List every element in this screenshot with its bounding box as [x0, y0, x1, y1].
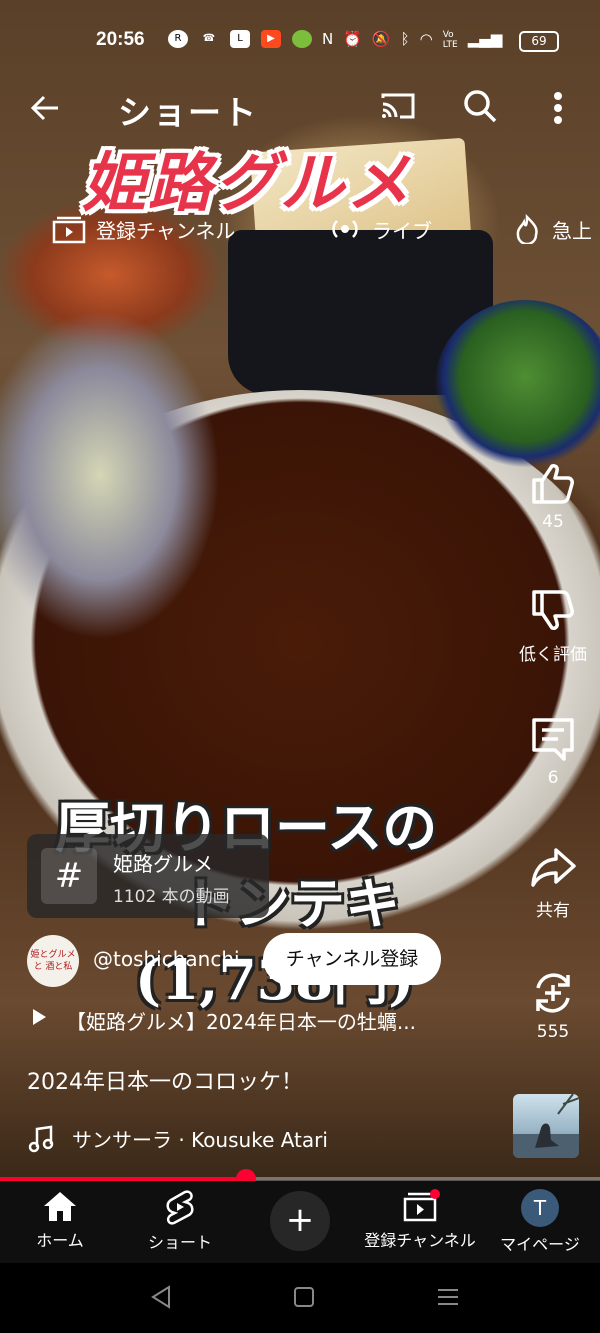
- home-square-icon[interactable]: [290, 1283, 318, 1311]
- status-time: 20:56: [96, 29, 145, 50]
- create-button[interactable]: +: [270, 1191, 330, 1251]
- mute-icon: 🔕: [371, 30, 391, 48]
- remix-button[interactable]: 555: [506, 970, 600, 1042]
- remix-count: 555: [536, 1022, 570, 1042]
- alarm-icon: ⏰: [343, 30, 362, 48]
- user-avatar: T: [521, 1189, 559, 1227]
- greens-bowl: [435, 300, 600, 470]
- system-navigation: [0, 1263, 600, 1333]
- video-icon: ▶: [261, 30, 281, 48]
- back-triangle-icon[interactable]: [147, 1283, 175, 1311]
- music-link[interactable]: サンサーラ · Kousuke Atari: [28, 1124, 328, 1153]
- thumbs-down-icon: [532, 590, 574, 630]
- thumbs-up-icon: [532, 464, 574, 504]
- filter-chips: 登録チャンネル ライブ 急上: [0, 208, 600, 252]
- create-icon: +: [285, 1200, 315, 1240]
- dislike-button[interactable]: 低く評価: [506, 588, 600, 665]
- video-description[interactable]: 2024年日本一のコロッケ！: [27, 1064, 303, 1096]
- bluetooth-icon: ᛒ: [400, 30, 410, 48]
- nav-label: ホーム: [36, 1231, 84, 1250]
- notification-dot: [430, 1189, 440, 1199]
- nfc-icon: N: [322, 30, 334, 48]
- status-bar: 20:56 R ☎ L ▶ N ⏰ 🔕 ᛒ ◠ Vo LTE ▂▄▆ 69: [0, 22, 600, 58]
- related-video-link[interactable]: 【姫路グルメ】2024年日本一の牡蠣...: [30, 1006, 416, 1035]
- frog-icon: [292, 30, 312, 48]
- dislike-label: 低く評価: [519, 645, 587, 665]
- line-icon: L: [230, 30, 250, 48]
- trending-icon: [516, 214, 538, 244]
- nav-my-page[interactable]: T マイページ: [497, 1189, 583, 1255]
- battery-icon: 69: [519, 31, 559, 52]
- hashtag-icon: #: [41, 848, 97, 904]
- share-icon: [531, 848, 576, 887]
- hashtag-card[interactable]: # 姫路グルメ 1102 本の動画: [27, 834, 269, 918]
- channel-row: 姫とグルメと 酒と私 @toshichanchi チャンネル登録: [27, 933, 477, 989]
- search-icon[interactable]: [462, 88, 498, 124]
- missed-call-icon: ☎: [202, 33, 216, 44]
- comments-button[interactable]: 6: [506, 716, 600, 788]
- chip-subscriptions[interactable]: 登録チャンネル: [52, 214, 235, 244]
- back-arrow-icon[interactable]: [28, 88, 68, 128]
- signal-icon: ▂▄▆: [467, 30, 503, 48]
- recents-menu-icon[interactable]: [434, 1283, 462, 1311]
- chip-label: 急上: [552, 218, 592, 243]
- nav-label: 登録チャンネル: [364, 1231, 476, 1250]
- bottom-navigation: ホーム ショート + 登録チャンネル T マイページ: [0, 1181, 600, 1263]
- channel-handle[interactable]: @toshichanchi: [93, 947, 240, 971]
- like-count: 45: [542, 512, 564, 532]
- like-button[interactable]: 45: [506, 460, 600, 532]
- chip-label: 登録チャンネル: [96, 218, 236, 243]
- chip-label: ライブ: [372, 218, 432, 243]
- nav-label: マイページ: [500, 1235, 580, 1254]
- play-icon: [33, 1009, 46, 1025]
- nav-subscriptions[interactable]: 登録チャンネル: [358, 1189, 482, 1251]
- more-options-icon[interactable]: [546, 88, 570, 128]
- share-label: 共有: [536, 901, 570, 921]
- hashtag-video-count: 1102 本の動画: [113, 887, 230, 907]
- subscribe-button[interactable]: チャンネル登録: [263, 933, 441, 985]
- music-note-icon: [28, 1125, 54, 1152]
- wifi-icon: ◠: [419, 30, 433, 48]
- volte-icon: Vo LTE: [442, 30, 458, 50]
- channel-avatar[interactable]: 姫とグルメと 酒と私: [27, 935, 79, 987]
- share-button[interactable]: 共有: [506, 844, 600, 921]
- nav-shorts[interactable]: ショート: [138, 1189, 222, 1253]
- cast-icon[interactable]: [380, 92, 416, 120]
- comment-icon: [532, 718, 574, 761]
- comment-count: 6: [547, 768, 559, 788]
- r-link-icon: R: [168, 30, 188, 48]
- music-title: サンサーラ · Kousuke Atari: [72, 1128, 328, 1152]
- shorts-icon: [166, 1190, 194, 1225]
- chip-live[interactable]: ライブ: [328, 214, 432, 244]
- remix-icon: [536, 973, 570, 1013]
- hashtag-name: 姫路グルメ: [113, 852, 213, 876]
- music-thumbnail[interactable]: [513, 1094, 579, 1158]
- nav-label: ショート: [147, 1233, 212, 1252]
- salad: [0, 310, 220, 640]
- top-bar: ショート: [0, 80, 600, 136]
- subscriptions-icon: [52, 216, 86, 244]
- nav-home[interactable]: ホーム: [20, 1189, 100, 1251]
- related-video-title: 【姫路グルメ】2024年日本一の牡蠣...: [66, 1010, 416, 1034]
- chip-trending[interactable]: 急上: [512, 214, 592, 244]
- live-icon: [332, 220, 358, 238]
- home-icon: [44, 1192, 76, 1221]
- page-title: ショート: [118, 93, 258, 132]
